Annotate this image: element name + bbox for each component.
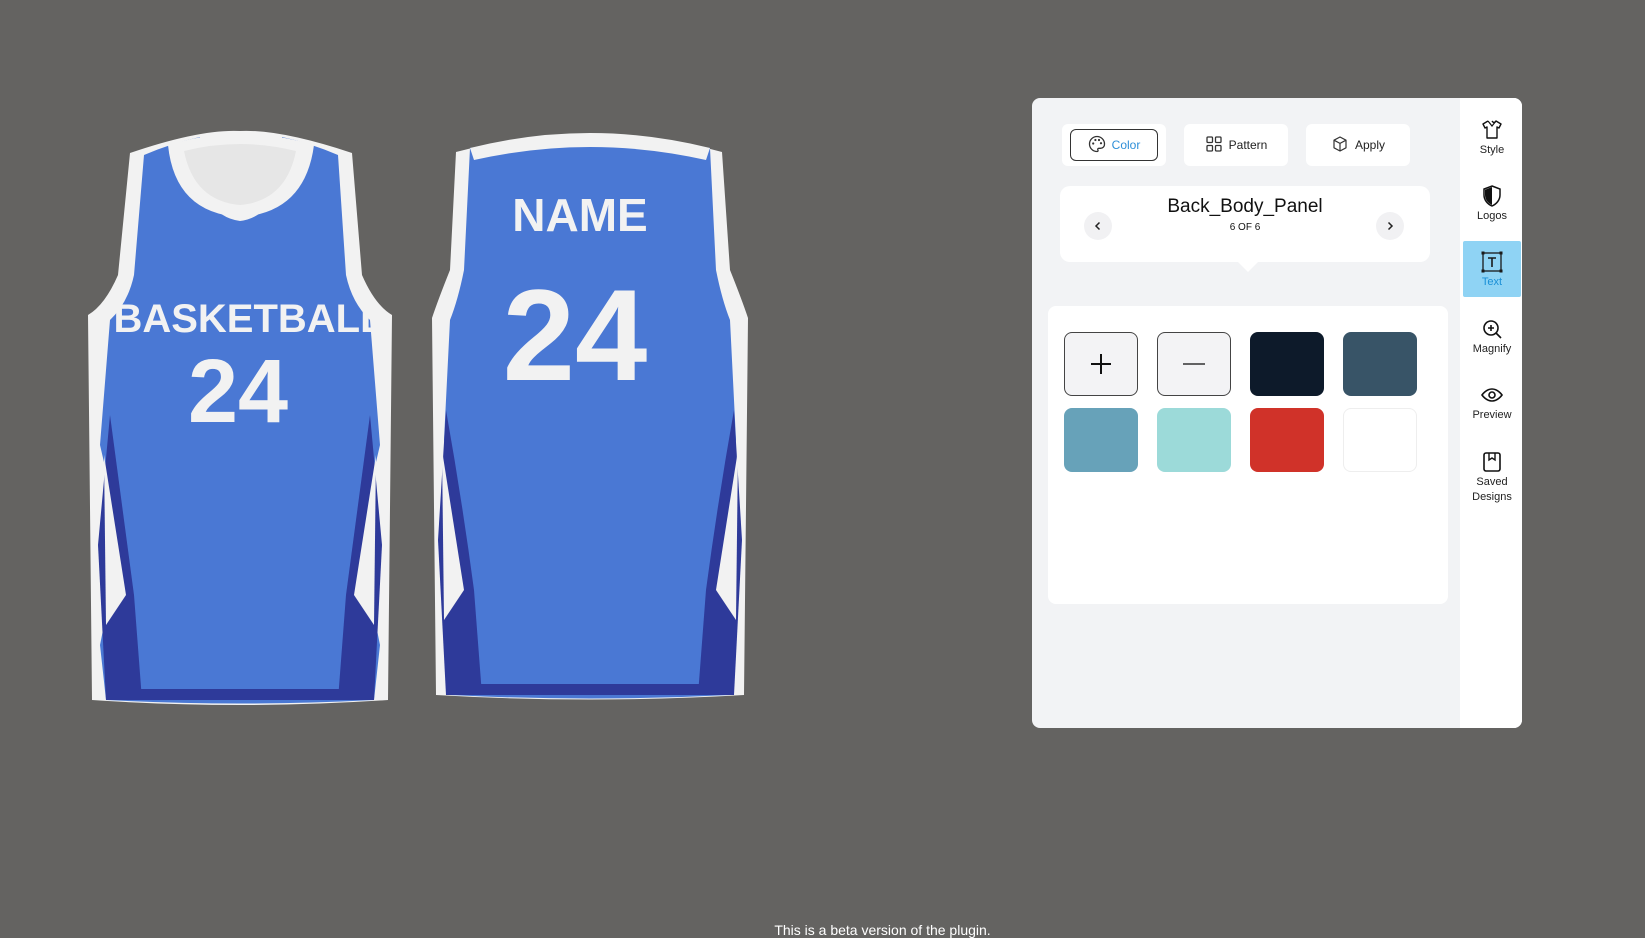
minus-icon — [1183, 363, 1205, 365]
part-selector: Back_Body_Panel 6 OF 6 — [1060, 186, 1430, 272]
color-swatch[interactable] — [1343, 408, 1417, 472]
color-swatch[interactable] — [1343, 332, 1417, 396]
sidebar-item-magnify-label: Magnify — [1472, 343, 1512, 355]
sidebar-item-logos[interactable]: Logos — [1463, 184, 1521, 226]
tab-color[interactable]: Color — [1062, 124, 1166, 166]
zoom-in-icon — [1483, 320, 1502, 339]
plus-icon — [1091, 354, 1111, 374]
sidebar-item-saved-designs[interactable]: Saved Designs — [1463, 450, 1521, 508]
jersey-front: BASKETBALL 24 — [80, 125, 400, 705]
sidebar-item-preview[interactable]: Preview — [1463, 383, 1521, 425]
palette-icon — [1088, 135, 1106, 156]
shirt-icon — [1482, 120, 1502, 139]
sidebar-item-text-label: Text — [1481, 276, 1503, 288]
jersey-front-team-text: BASKETBALL — [113, 297, 385, 341]
sidebar-item-preview-label: Preview — [1472, 409, 1512, 421]
jersey-back-number: 24 — [502, 262, 648, 408]
next-part-button[interactable] — [1376, 212, 1404, 240]
sidebar-item-magnify[interactable]: Magnify — [1463, 317, 1521, 359]
grid-icon — [1205, 135, 1223, 156]
jersey-back: NAME 24 — [430, 120, 750, 700]
sidebar-item-style-label: Style — [1479, 144, 1505, 156]
color-swatch[interactable] — [1250, 332, 1324, 396]
sidebar: Style Logos Text Magnify Preview Saved D… — [1460, 98, 1522, 728]
chevron-right-icon — [1387, 221, 1394, 231]
cube-icon — [1331, 135, 1349, 156]
part-name: Back_Body_Panel — [1167, 196, 1323, 217]
part-count: 6 OF 6 — [1229, 222, 1261, 233]
customizer-panel: Color Pattern Apply Back_Body_Panel 6 OF… — [1032, 98, 1522, 728]
tab-pattern[interactable]: Pattern — [1184, 124, 1288, 166]
tab-pattern-label: Pattern — [1228, 138, 1268, 152]
color-swatch[interactable] — [1157, 408, 1231, 472]
jersey-back-name-text: NAME — [512, 189, 648, 241]
jersey-front-number: 24 — [187, 342, 289, 442]
sidebar-item-logos-label: Logos — [1477, 210, 1507, 222]
sidebar-item-saved-designs-label: Saved Designs — [1472, 476, 1512, 503]
remove-color-button[interactable] — [1157, 332, 1231, 396]
shield-icon — [1483, 185, 1501, 207]
color-swatch[interactable] — [1250, 408, 1324, 472]
eye-icon — [1481, 388, 1503, 402]
add-color-button[interactable] — [1064, 332, 1138, 396]
bookmark-icon — [1483, 452, 1501, 472]
tab-apply[interactable]: Apply — [1306, 124, 1410, 166]
color-swatch-grid — [1048, 306, 1448, 604]
color-swatch[interactable] — [1064, 408, 1138, 472]
sidebar-item-style[interactable]: Style — [1463, 118, 1521, 160]
sidebar-item-text[interactable]: Text — [1463, 241, 1521, 297]
tab-color-label: Color — [1111, 138, 1141, 152]
tab-apply-label: Apply — [1354, 138, 1386, 152]
text-icon — [1481, 251, 1503, 273]
